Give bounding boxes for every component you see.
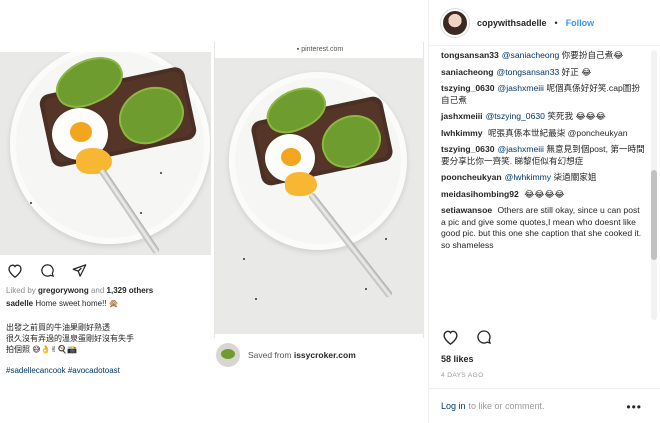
lock-icon: ▪ <box>296 46 300 53</box>
caption-body-1: 出發之前買的牛油果剛好熟透 <box>6 323 110 332</box>
comment-user[interactable]: jashxmeiii <box>441 111 483 121</box>
liked-by-others[interactable]: 1,329 others <box>107 286 154 295</box>
comment-icon[interactable] <box>475 328 493 346</box>
comment-user[interactable]: pooncheukyan <box>441 172 502 182</box>
post-timestamp: 4 DAYS AGO <box>441 372 484 379</box>
saved-from-row: Saved from issycroker.com <box>214 340 424 370</box>
liked-by-and: and <box>90 286 105 295</box>
comment-mention[interactable]: @lwhkimmy <box>505 172 551 182</box>
header-separator: • <box>554 17 558 28</box>
caption-body-3: 拍個照 😅👌✌🍳📸 <box>6 345 78 354</box>
comment-item: tongsansan33 @saniacheong 你要扮自己煮😂 <box>441 50 646 62</box>
comment-item: meidasihombing92 😂😂😂😂 <box>441 189 646 201</box>
comment-user[interactable]: setiawansoe <box>441 205 492 215</box>
saved-from-text: Saved from issycroker.com <box>248 350 356 360</box>
comment-user[interactable]: lwhkimmy <box>441 128 483 138</box>
comment-item: saniacheong @tongsansan33 好正 😂 <box>441 67 646 79</box>
comment-item: tszying_0630 @jashxmeiii 呢個真係好好笑.cap圖扮自己煮 <box>441 83 646 106</box>
pinterest-url: ▪ pinterest.com <box>215 46 425 53</box>
left-post-actions <box>6 261 88 279</box>
heart-icon[interactable] <box>6 261 24 279</box>
liked-by-line: Liked by gregorywong and 1,329 others <box>6 285 211 296</box>
comment-item: pooncheukyan @lwhkimmy 柒過關家姐 <box>441 172 646 184</box>
login-prompt: Log in to like or comment. <box>429 388 660 423</box>
post-username[interactable]: copywithsadelle <box>477 18 547 28</box>
avatar[interactable] <box>441 8 469 37</box>
post-header: copywithsadelle • Follow <box>429 0 660 46</box>
saved-from-source[interactable]: issycroker.com <box>294 350 356 360</box>
comment-mention[interactable]: @tongsansan33 <box>497 67 560 77</box>
comment-mention[interactable]: @jashxmeiii <box>498 83 544 93</box>
pinterest-url-text: pinterest.com <box>301 46 344 53</box>
comment-scrollbar-thumb[interactable] <box>651 170 657 260</box>
login-prompt-text: to like or comment. <box>468 401 545 411</box>
post-actions <box>441 328 493 346</box>
comment-user[interactable]: meidasihombing92 <box>441 189 519 199</box>
liked-by-user[interactable]: gregorywong <box>38 286 89 295</box>
comment-user[interactable]: tszying_0630 <box>441 144 495 154</box>
comment-item: jashxmeiii @tszying_0630 笑死我 😂😂😂 <box>441 111 646 123</box>
comment-item: lwhkimmy 呢張真係本世紀最柒 @poncheukyan <box>441 128 646 140</box>
caption-hashtags[interactable]: #sadellecancook #avocadotoast <box>6 365 211 376</box>
pinterest-card[interactable]: ▪ pinterest.com <box>214 42 424 338</box>
caption-body-2: 很久沒有弄過的溫泉蛋剛好沒有失手 <box>6 334 134 343</box>
comment-user[interactable]: tszying_0630 <box>441 83 495 93</box>
saved-source-avatar <box>216 343 240 367</box>
comment-text: 你要扮自己煮😂 <box>561 50 624 60</box>
comment-text: 柒過關家姐 <box>553 172 597 182</box>
comment-user[interactable]: tongsansan33 <box>441 50 499 60</box>
comment-user[interactable]: saniacheong <box>441 67 494 77</box>
comment-text: 笑死我 😂😂😂 <box>547 111 606 121</box>
comment-item: setiawansoe Others are still okay, since… <box>441 205 646 251</box>
liked-by-prefix: Liked by <box>6 286 36 295</box>
left-post-photo[interactable] <box>0 52 211 255</box>
caption-text: Home sweet home!! 🙊 <box>35 299 119 308</box>
comment-list: tongsansan33 @saniacheong 你要扮自己煮😂 saniach… <box>441 50 646 256</box>
caption-line: sadelle Home sweet home!! 🙊 <box>6 298 211 309</box>
comment-mention[interactable]: @jashxmeiii <box>498 144 544 154</box>
caption-user[interactable]: sadelle <box>6 299 33 308</box>
comment-text: 呢張真係本世紀最柒 @poncheukyan <box>487 127 628 138</box>
pinterest-photo[interactable] <box>215 58 424 334</box>
share-icon[interactable] <box>70 261 88 279</box>
more-options-button[interactable]: ••• <box>626 400 642 414</box>
heart-icon[interactable] <box>441 328 459 346</box>
comment-text: 好正 😂 <box>561 66 592 77</box>
login-link[interactable]: Log in <box>441 401 466 411</box>
comment-item: tszying_0630 @jashxmeiii 無意見到個post, 第一時間要… <box>441 144 646 167</box>
comment-text: 😂😂😂😂 <box>524 188 565 199</box>
likes-count[interactable]: 58 likes <box>441 354 474 364</box>
follow-button[interactable]: Follow <box>566 18 595 28</box>
comment-icon[interactable] <box>38 261 56 279</box>
comment-mention[interactable]: @tszying_0630 <box>486 111 545 121</box>
post-detail-panel: copywithsadelle • Follow tongsansan33 @sa… <box>428 0 660 423</box>
comment-mention[interactable]: @saniacheong <box>502 50 559 60</box>
saved-from-prefix: Saved from <box>248 350 292 360</box>
